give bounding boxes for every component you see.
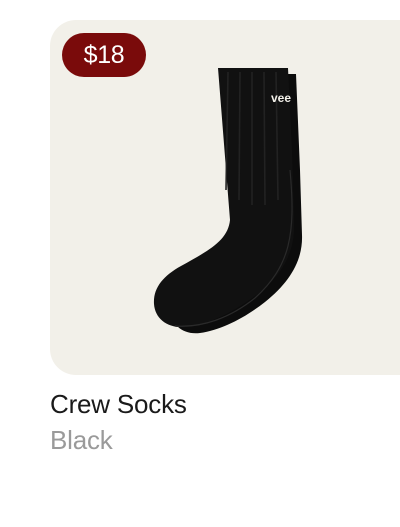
sock-logo-text: vee	[271, 91, 291, 105]
product-name[interactable]: Crew Socks	[50, 388, 187, 420]
price-badge: $18	[62, 33, 146, 77]
product-card[interactable]: vee $18	[50, 20, 400, 375]
product-variant: Black	[50, 425, 113, 455]
